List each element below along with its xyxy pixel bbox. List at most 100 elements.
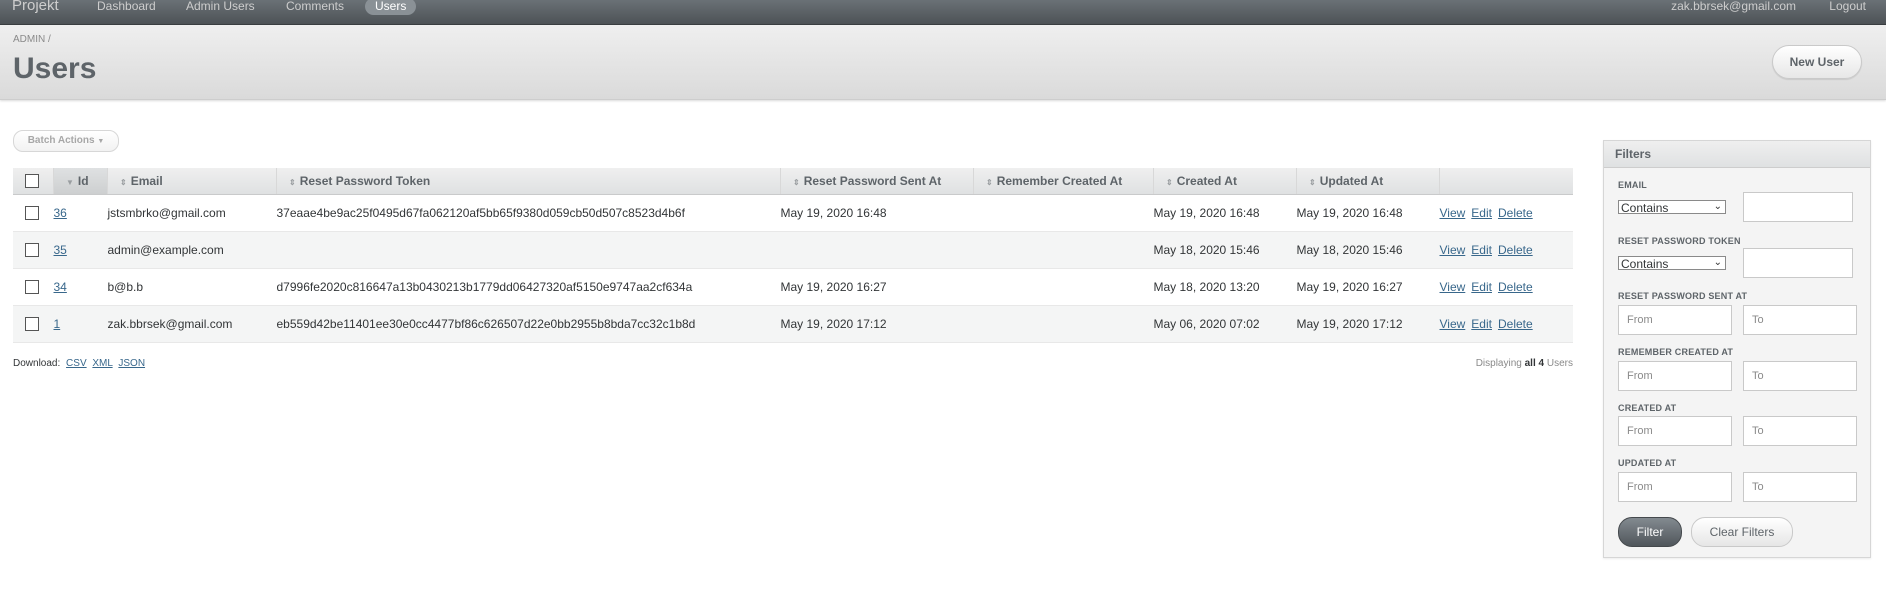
row-actions: View Edit Delete — [1439, 305, 1573, 343]
sort-icon: ⇕ — [986, 178, 993, 187]
edit-link[interactable]: Edit — [1471, 206, 1492, 220]
filters-panel: Filters EMAIL Contains ⌄ RESET PASSWORD … — [1603, 140, 1871, 558]
email-filter-input[interactable] — [1743, 192, 1853, 222]
row-updated-at: May 19, 2020 16:27 — [1296, 268, 1440, 306]
view-link[interactable]: View — [1440, 243, 1466, 257]
remember-from-input[interactable]: From — [1618, 361, 1732, 391]
column-header-actions — [1439, 168, 1573, 195]
sort-icon: ⇕ — [289, 178, 296, 187]
edit-link[interactable]: Edit — [1471, 243, 1492, 257]
row-email: jstsmbrko@gmail.com — [107, 194, 277, 232]
download-json-link[interactable]: JSON — [118, 358, 145, 369]
column-header-email[interactable]: ⇕ Email — [107, 168, 277, 195]
nav-users[interactable]: Users — [365, 0, 417, 15]
row-remember-created-at — [973, 231, 1154, 269]
filter-label-updated-at: UPDATED AT — [1618, 458, 1677, 468]
delete-link[interactable]: Delete — [1498, 206, 1533, 220]
filter-label-remember-created-at: REMEMBER CREATED AT — [1618, 347, 1734, 357]
nav-dashboard[interactable]: Dashboard — [97, 0, 156, 16]
download-csv-link[interactable]: CSV — [66, 358, 87, 369]
reset-sent-from-input[interactable]: From — [1618, 305, 1732, 335]
chevron-down-icon: ⌄ — [1713, 257, 1722, 268]
edit-link[interactable]: Edit — [1471, 280, 1492, 294]
row-actions: View Edit Delete — [1439, 268, 1573, 306]
row-actions: View Edit Delete — [1439, 231, 1573, 269]
site-title[interactable]: Projekt — [12, 0, 59, 14]
logout-link[interactable]: Logout — [1829, 0, 1866, 13]
delete-link[interactable]: Delete — [1498, 243, 1533, 257]
token-filter-input[interactable] — [1743, 248, 1853, 278]
row-email: zak.bbrsek@gmail.com — [107, 305, 277, 343]
column-header-created-at[interactable]: ⇕ Created At — [1153, 168, 1297, 195]
row-remember-created-at — [973, 305, 1154, 343]
dropdown-arrow-icon: ▼ — [97, 138, 105, 145]
new-user-button[interactable]: New User — [1772, 45, 1862, 79]
view-link[interactable]: View — [1440, 317, 1466, 331]
pagination-info: Displaying all 4 Users — [1476, 358, 1573, 369]
row-remember-created-at — [973, 194, 1154, 232]
remember-to-input[interactable]: To — [1743, 361, 1857, 391]
current-user-email[interactable]: zak.bbrsek@gmail.com — [1671, 0, 1796, 13]
table-row: 35 admin@example.com May 18, 2020 15:46 … — [13, 231, 1573, 269]
updated-from-input[interactable]: From — [1618, 472, 1732, 502]
select-value: Contains — [1621, 201, 1669, 215]
column-header-remember-created-at[interactable]: ⇕ Remember Created At — [973, 168, 1154, 195]
row-id-link[interactable]: 34 — [54, 280, 67, 294]
row-email: admin@example.com — [107, 231, 277, 269]
row-checkbox[interactable] — [25, 280, 39, 295]
row-updated-at: May 19, 2020 16:48 — [1296, 194, 1440, 232]
updated-to-input[interactable]: To — [1743, 472, 1857, 502]
delete-link[interactable]: Delete — [1498, 317, 1533, 331]
row-created-at: May 19, 2020 16:48 — [1153, 194, 1297, 232]
row-reset-sent-at: May 19, 2020 16:48 — [780, 194, 974, 232]
table-row: 36 jstsmbrko@gmail.com 37eaae4be9ac25f04… — [13, 194, 1573, 232]
row-checkbox[interactable] — [25, 206, 39, 221]
filter-label-created-at: CREATED AT — [1618, 403, 1677, 413]
table-row: 34 b@b.b d7996fe2020c816647a13b0430213b1… — [13, 268, 1573, 306]
row-id-link[interactable]: 1 — [54, 317, 61, 331]
row-updated-at: May 18, 2020 15:46 — [1296, 231, 1440, 269]
batch-actions-button[interactable]: Batch Actions ▼ — [13, 130, 119, 152]
column-label: Created At — [1176, 174, 1237, 188]
delete-link[interactable]: Delete — [1498, 280, 1533, 294]
row-reset-sent-at: May 19, 2020 16:27 — [780, 268, 974, 306]
column-header-reset-password-token[interactable]: ⇕ Reset Password Token — [276, 168, 781, 195]
row-created-at: May 18, 2020 13:20 — [1153, 268, 1297, 306]
reset-sent-to-input[interactable]: To — [1743, 305, 1857, 335]
select-all-checkbox[interactable] — [25, 174, 39, 189]
row-reset-sent-at: May 19, 2020 17:12 — [780, 305, 974, 343]
view-link[interactable]: View — [1440, 206, 1466, 220]
breadcrumb[interactable]: ADMIN / — [13, 34, 51, 45]
created-to-input[interactable]: To — [1743, 416, 1857, 446]
sort-icon: ⇕ — [1166, 178, 1173, 187]
filter-label-reset-password-sent-at: RESET PASSWORD SENT AT — [1618, 291, 1748, 301]
nav-admin-users[interactable]: Admin Users — [186, 0, 255, 16]
pagination-suffix: Users — [1546, 358, 1573, 369]
created-from-input[interactable]: From — [1618, 416, 1732, 446]
edit-link[interactable]: Edit — [1471, 317, 1492, 331]
column-header-id[interactable]: ▼ Id — [53, 168, 108, 195]
filter-button[interactable]: Filter — [1618, 517, 1682, 547]
row-reset-sent-at — [780, 231, 974, 269]
row-reset-token: 37eaae4be9ac25f0495d67fa062120af5bb65f93… — [276, 194, 781, 232]
pagination-count: all 4 — [1524, 358, 1545, 369]
row-id-link[interactable]: 35 — [54, 243, 67, 257]
batch-actions-label: Batch Actions — [27, 135, 95, 146]
row-checkbox[interactable] — [25, 317, 39, 332]
nav-comments[interactable]: Comments — [286, 0, 344, 16]
row-id-link[interactable]: 36 — [54, 206, 67, 220]
clear-filters-button[interactable]: Clear Filters — [1691, 517, 1793, 547]
download-xml-link[interactable]: XML — [92, 358, 112, 369]
users-table: ▼ Id ⇕ Email ⇕ Reset Password Token ⇕ Reset … — [13, 168, 1573, 343]
chevron-down-icon: ⌄ — [1713, 201, 1722, 212]
token-operator-select[interactable]: Contains ⌄ — [1618, 256, 1726, 271]
table-row: 1 zak.bbrsek@gmail.com eb559d42be11401ee… — [13, 305, 1573, 343]
column-header-reset-password-sent-at[interactable]: ⇕ Reset Password Sent At — [780, 168, 974, 195]
row-checkbox[interactable] — [25, 243, 39, 258]
filter-label-email: EMAIL — [1618, 180, 1647, 190]
email-operator-select[interactable]: Contains ⌄ — [1618, 200, 1726, 215]
column-header-updated-at[interactable]: ⇕ Updated At — [1296, 168, 1440, 195]
column-label: Reset Password Sent At — [803, 174, 942, 188]
row-updated-at: May 19, 2020 17:12 — [1296, 305, 1440, 343]
view-link[interactable]: View — [1440, 280, 1466, 294]
